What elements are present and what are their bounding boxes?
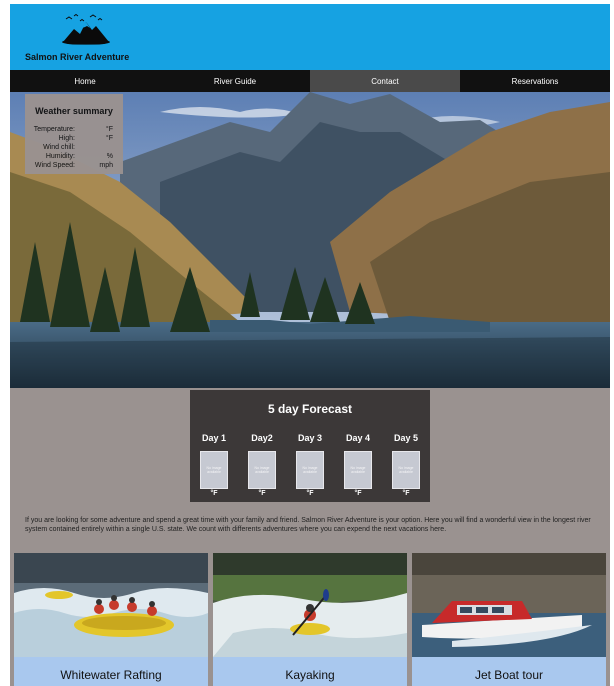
- weather-unit: mph: [99, 162, 113, 169]
- forecast-day: Day2 No image available °F: [238, 433, 286, 497]
- weather-row-high: High: °F: [25, 134, 123, 143]
- weather-label: Humidity:: [45, 153, 75, 160]
- nav-contact[interactable]: Contact: [310, 70, 460, 92]
- weather-label: Wind chill:: [43, 144, 75, 151]
- weather-row-wind-speed: Wind Speed: mph: [25, 161, 123, 170]
- forecast-temp: °F: [210, 490, 218, 497]
- weather-label: High:: [58, 135, 75, 142]
- forecast-day: Day 5 No image available °F: [382, 433, 430, 497]
- forecast-temp: °F: [306, 490, 314, 497]
- forecast-day-label: Day 4: [345, 433, 371, 443]
- forecast-image: No image available: [248, 451, 276, 489]
- forecast-image: No image available: [200, 451, 228, 489]
- forecast-temp: °F: [258, 490, 266, 497]
- card-title: Jet Boat tour: [412, 657, 606, 686]
- weather-unit: %: [106, 153, 113, 160]
- card-title: Kayaking: [213, 657, 407, 686]
- weather-summary-panel: Weather summary Temperature: °F High: °F…: [25, 94, 123, 174]
- kayaking-photo: [213, 553, 407, 657]
- nav-home[interactable]: Home: [10, 70, 160, 92]
- forecast-temp: °F: [402, 490, 410, 497]
- weather-label: Temperature:: [33, 126, 75, 133]
- forecast-panel: 5 day Forecast Day 1 No image available …: [190, 390, 430, 502]
- forecast-day: Day 1 No image available °F: [190, 433, 238, 497]
- forecast-day: Day 3 No image available °F: [286, 433, 334, 497]
- nav-river-guide[interactable]: River Guide: [160, 70, 310, 92]
- forecast-day-label: Day 3: [297, 433, 323, 443]
- page: Salmon River Adventure Home River Guide …: [10, 4, 610, 686]
- forecast-image: No image available: [344, 451, 372, 489]
- weather-row-humidity: Humidity: %: [25, 152, 123, 161]
- card-title: Whitewater Rafting: [14, 657, 208, 686]
- intro-paragraph: If you are looking for some adventure an…: [25, 517, 591, 533]
- forecast-day-label: Day 5: [393, 433, 419, 443]
- weather-unit: °F: [105, 135, 113, 142]
- forecast-title: 5 day Forecast: [267, 402, 353, 416]
- rafting-photo: [14, 553, 208, 657]
- forecast-image: No image available: [392, 451, 420, 489]
- forecast-day: Day 4 No image available °F: [334, 433, 382, 497]
- card-kayaking[interactable]: Kayaking: [213, 553, 407, 686]
- forecast-day-label: Day 1: [201, 433, 227, 443]
- forecast-day-label: Day2: [251, 433, 273, 443]
- jet-boat-photo: [412, 553, 606, 657]
- main-nav: Home River Guide Contact Reservations: [10, 70, 610, 92]
- forecast-temp: °F: [354, 490, 362, 497]
- card-jet-boat-tour[interactable]: Jet Boat tour: [412, 553, 606, 686]
- weather-title: Weather summary: [35, 106, 113, 116]
- weather-label: Wind Speed:: [34, 162, 75, 169]
- nav-reservations[interactable]: Reservations: [460, 70, 610, 92]
- card-whitewater-rafting[interactable]: Whitewater Rafting: [14, 553, 208, 686]
- forecast-image: No image available: [296, 451, 324, 489]
- weather-row-temperature: Temperature: °F: [25, 125, 123, 134]
- mountain-logo-icon[interactable]: [60, 12, 112, 50]
- site-title: Salmon River Adventure: [25, 52, 130, 62]
- site-header: Salmon River Adventure: [10, 4, 610, 70]
- weather-unit: °F: [105, 126, 113, 133]
- weather-unit: [75, 143, 113, 152]
- weather-row-wind-chill: Wind chill:: [25, 143, 123, 152]
